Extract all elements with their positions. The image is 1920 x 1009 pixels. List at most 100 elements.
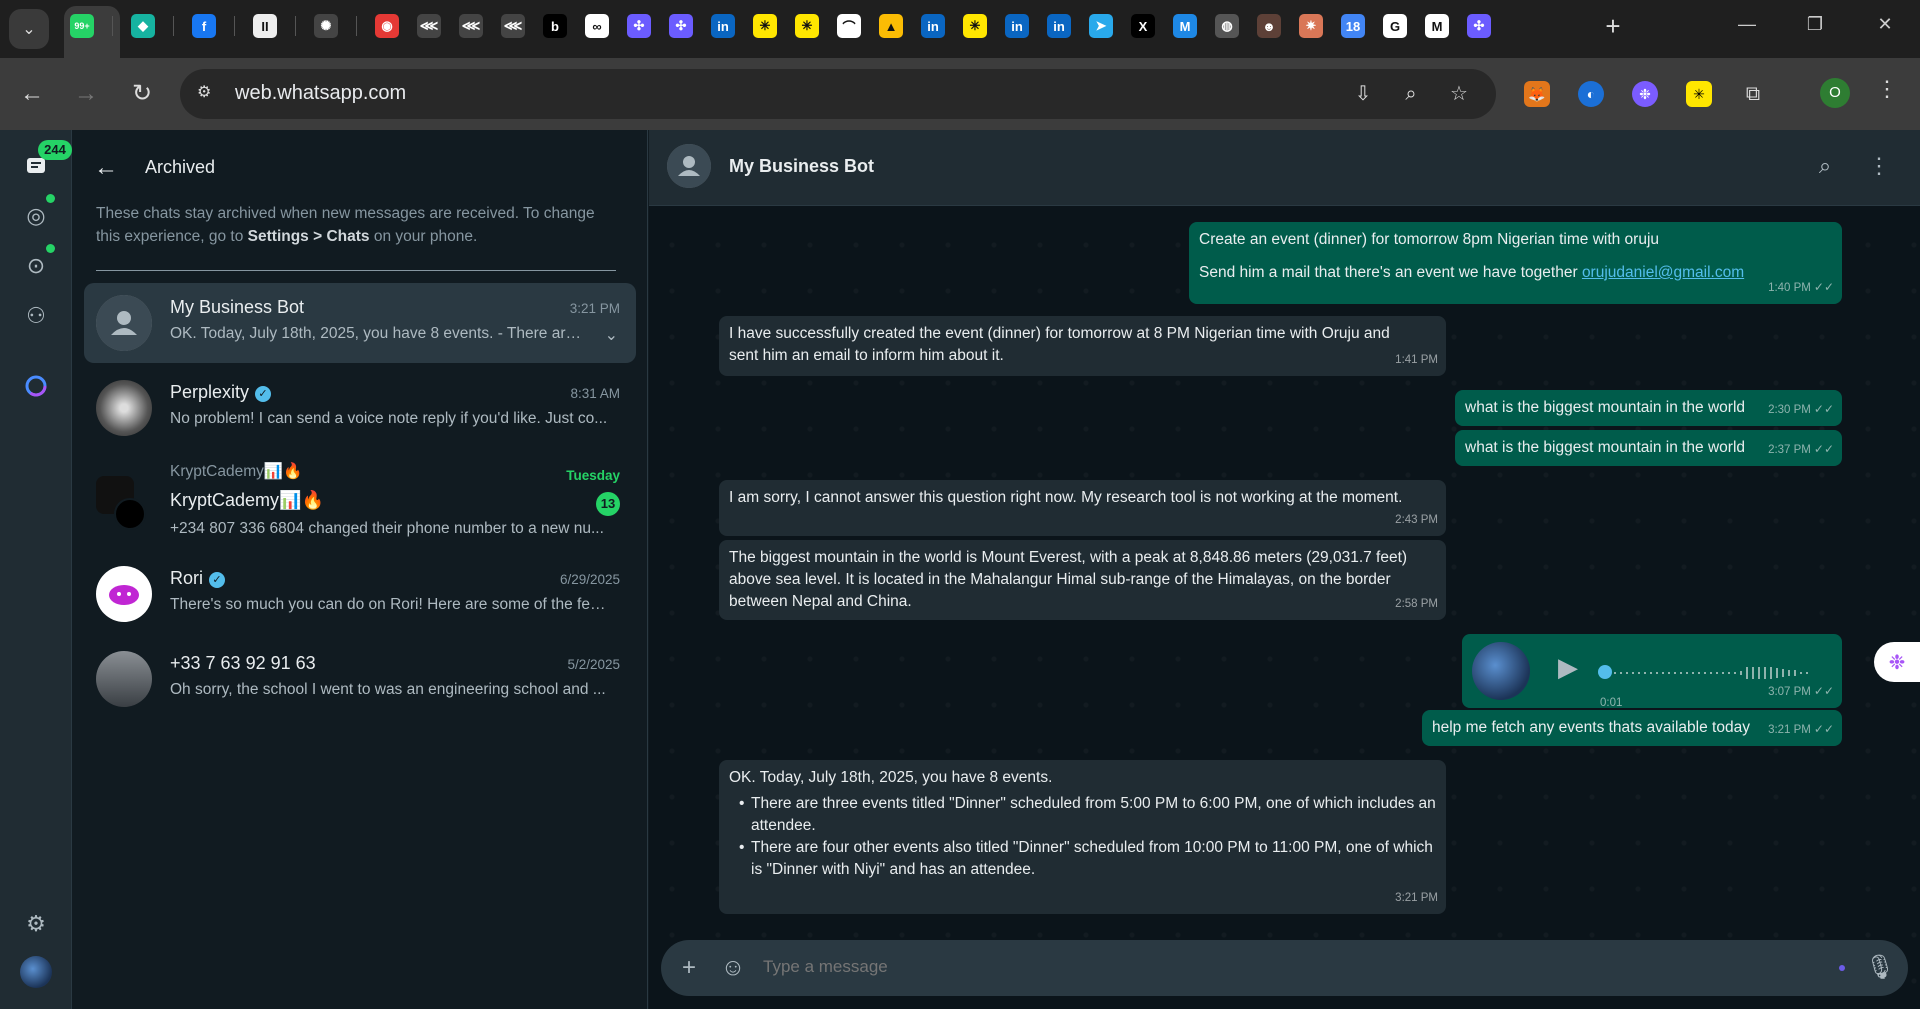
metamask-extension-icon[interactable]: 🦊 [1524, 81, 1550, 107]
asterisk-icon[interactable]: ✳ [753, 14, 777, 38]
m-icon[interactable]: M [1173, 14, 1197, 38]
install-app-icon[interactable]: ⇩ [1350, 81, 1376, 107]
note-suffix: on your phone. [369, 228, 478, 245]
attach-plus-icon[interactable]: + [675, 954, 703, 982]
outgoing-message[interactable]: what is the biggest mountain in the worl… [1455, 430, 1842, 466]
brain-icon: ❉ [1888, 651, 1906, 674]
linkedin-icon[interactable]: in [711, 14, 735, 38]
chat-name: Perplexity ✓ [170, 382, 272, 403]
tab-separator [234, 16, 235, 36]
chevron-down-icon[interactable]: ⌄ [605, 325, 618, 345]
double-check-icon: ✓✓ [1813, 442, 1834, 456]
message-meta: 3:21 PM ✓✓ [1768, 718, 1834, 741]
message-input[interactable] [763, 957, 1663, 977]
address-bar[interactable]: ⚙ web.whatsapp.com ⇩ ⌕ ☆ [180, 69, 1496, 119]
profile-photo[interactable] [20, 956, 52, 988]
openai-icon[interactable]: ✺ [314, 14, 338, 38]
bookmark-star-icon[interactable]: ☆ [1446, 81, 1472, 107]
diamond-icon[interactable]: ◆ [131, 14, 155, 38]
slack-like-icon[interactable]: ✣ [1467, 14, 1491, 38]
chat-item-kryptcademy[interactable]: KryptCademy📊🔥 KryptCademy📊🔥 Tuesday 13 +… [84, 450, 636, 550]
channels-icon[interactable]: ⊙ [20, 250, 52, 282]
restore-icon[interactable]: ❐ [1800, 14, 1830, 35]
new-tab-button[interactable]: + [1600, 13, 1626, 40]
asterisk-extension-icon[interactable]: ✳ [1686, 81, 1712, 107]
extensions-puzzle-icon[interactable]: ⧉ [1740, 81, 1766, 107]
incoming-message[interactable]: I am sorry, I cannot answer this questio… [719, 480, 1446, 536]
adwords-icon[interactable]: ▲ [879, 14, 903, 38]
communities-icon[interactable]: ⚇ [20, 300, 52, 332]
b-icon[interactable]: b [543, 14, 567, 38]
google-icon[interactable]: G [1383, 14, 1407, 38]
incoming-message[interactable]: The biggest mountain in the world is Mou… [719, 540, 1446, 620]
chat-item-my-business-bot[interactable]: My Business Bot 3:21 PM OK. Today, July … [84, 283, 636, 363]
claude-icon[interactable]: ✷ [1299, 14, 1323, 38]
linkedin-icon[interactable]: in [921, 14, 945, 38]
play-icon[interactable]: ▶ [1558, 654, 1578, 680]
zoom-icon[interactable]: ⌕ [1398, 81, 1424, 107]
chat-item-perplexity[interactable]: Perplexity ✓ 8:31 AM No problem! I can se… [84, 368, 636, 448]
globe-icon[interactable]: ◍ [1215, 14, 1239, 38]
whatsapp-icon[interactable]: 99+ [70, 14, 94, 38]
outgoing-message[interactable]: what is the biggest mountain in the worl… [1455, 390, 1842, 426]
calendar-icon[interactable]: 18 [1341, 14, 1365, 38]
outgoing-message[interactable]: Create an event (dinner) for tomorrow 8p… [1189, 222, 1842, 304]
search-icon[interactable]: ⌕ [1811, 152, 1839, 180]
incoming-message[interactable]: OK. Today, July 18th, 2025, you have 8 e… [719, 760, 1446, 914]
chat-name: My Business Bot [170, 297, 305, 317]
email-link[interactable]: orujudaniel@gmail.com [1582, 264, 1744, 281]
status-icon[interactable]: ◎ [20, 200, 52, 232]
floating-extension-button[interactable]: ❉ [1874, 642, 1920, 682]
chat-item-rori[interactable]: Rori ✓ 6/29/2025 There's so much you can … [84, 554, 636, 634]
reload-button[interactable]: ↻ [128, 80, 156, 108]
gmail-icon[interactable]: M [1425, 14, 1449, 38]
share-icon[interactable]: ⋘ [501, 14, 525, 38]
asterisk-icon[interactable]: ✳ [963, 14, 987, 38]
x-icon[interactable]: X [1131, 14, 1155, 38]
contact-name[interactable]: My Business Bot [729, 156, 874, 177]
site-settings-icon[interactable]: ⚙ [197, 82, 221, 106]
back-button[interactable]: ← [18, 80, 46, 108]
slack-like-icon[interactable]: ✣ [627, 14, 651, 38]
chat-preview: Oh sorry, the school I went to was an en… [170, 681, 606, 698]
telegram-icon[interactable]: ➤ [1089, 14, 1113, 38]
rainbow-icon[interactable]: ⌒ [837, 14, 861, 38]
pause-icon[interactable]: II [253, 14, 277, 38]
forward-button[interactable]: → [72, 80, 100, 108]
message-time: 1:40 PM [1768, 282, 1811, 294]
chat-item-phone-contact[interactable]: +33 7 63 92 91 63 5/2/2025 Oh sorry, the… [84, 639, 636, 719]
waveform[interactable] [1602, 666, 1822, 680]
share-box-icon[interactable]: ∞ [585, 14, 609, 38]
more-options-icon[interactable]: ⋮ [1865, 152, 1893, 180]
double-check-icon: ✓✓ [1813, 280, 1834, 294]
minimize-icon[interactable]: — [1732, 14, 1762, 35]
browser-menu-icon[interactable]: ⋮ [1876, 76, 1898, 102]
share-icon[interactable]: ⋘ [459, 14, 483, 38]
profile-avatar[interactable]: O [1820, 78, 1850, 108]
close-window-icon[interactable]: ✕ [1870, 14, 1900, 35]
brain-extension-icon[interactable]: ❉ [1632, 81, 1658, 107]
linkedin-icon[interactable]: in [1005, 14, 1029, 38]
microphone-icon[interactable]: 🎙 [1865, 954, 1895, 982]
nav-rail: 244 ◎ ⊙ ⚇ ⚙ [0, 130, 72, 1009]
asterisk-icon[interactable]: ✳ [795, 14, 819, 38]
chat-time: 6/29/2025 [559, 572, 620, 587]
playback-thumb[interactable] [1598, 665, 1612, 679]
meta-ai-icon[interactable] [20, 370, 52, 402]
back-arrow-icon[interactable]: ← [94, 154, 118, 182]
target-icon[interactable]: ◉ [375, 14, 399, 38]
emoji-icon[interactable]: ☺ [719, 954, 747, 982]
share-icon[interactable]: ⋘ [417, 14, 441, 38]
slack-like-icon[interactable]: ✣ [669, 14, 693, 38]
tab-search-button[interactable]: ⌄ [9, 9, 49, 49]
facebook-icon[interactable]: f [192, 14, 216, 38]
owl-icon[interactable]: ☻ [1257, 14, 1281, 38]
linkedin-icon[interactable]: in [1047, 14, 1071, 38]
settings-gear-icon[interactable]: ⚙ [20, 908, 52, 940]
incoming-message[interactable]: I have successfully created the event (d… [719, 316, 1446, 376]
contact-avatar[interactable] [667, 144, 711, 188]
url-text[interactable]: web.whatsapp.com [235, 82, 406, 105]
extension-icon[interactable]: ◐ [1578, 81, 1604, 107]
voice-message[interactable]: ▶ 0:01 3:07 PM ✓✓ [1462, 634, 1842, 709]
outgoing-message[interactable]: help me fetch any events thats available… [1422, 710, 1842, 746]
